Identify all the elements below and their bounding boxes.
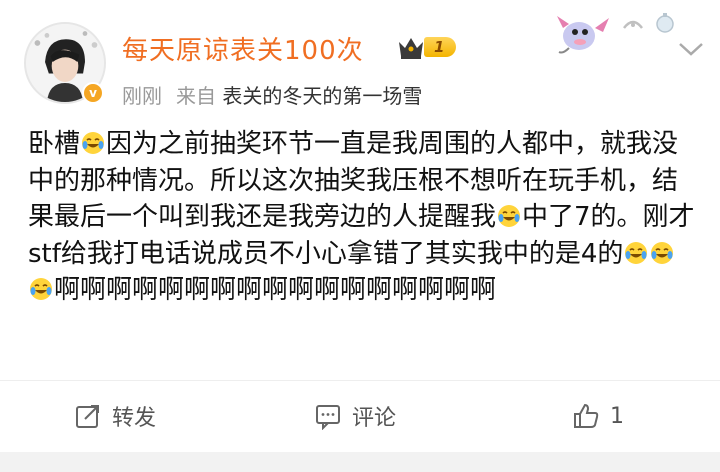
username[interactable]: 每天原谅表关100次	[122, 30, 364, 67]
mascot-icon	[557, 16, 609, 54]
crying-laughing-emoji-icon	[81, 131, 105, 155]
post-time: 刚刚	[122, 84, 162, 108]
post-text-part-4: 啊啊啊啊啊啊啊啊啊啊啊啊啊啊啊啊啊	[54, 275, 497, 305]
post-meta: 刚刚 来自 表关的冬天的第一场雪	[122, 80, 422, 109]
comment-label: 评论	[352, 406, 397, 431]
ornament-icon	[656, 13, 674, 33]
post-text-part-1: 卧槽	[28, 129, 81, 159]
sparkle-icon	[623, 20, 643, 29]
crying-laughing-emoji-icon	[29, 277, 53, 301]
like-count: 1	[610, 403, 624, 429]
footer-divider	[0, 380, 720, 381]
weibo-post: v 每天原谅表关100次 1 刚刚 来自 表关的冬天的第一场雪 卧槽 因为之前抽…	[0, 0, 720, 472]
comment-button[interactable]: 评论	[314, 398, 396, 434]
bottom-bar	[0, 452, 720, 472]
post-content: 卧槽 因为之前抽奖环节一直是我周围的人都中，就我没中的那种情况。所以这次抽奖我压根…	[28, 126, 698, 309]
level-badge[interactable]: 1	[396, 34, 457, 60]
crown-icon	[399, 38, 423, 59]
level-number: 1	[424, 37, 457, 57]
source-prefix: 来自	[176, 84, 216, 108]
crying-laughing-emoji-icon	[497, 204, 521, 228]
crying-laughing-emoji-icon	[624, 241, 648, 265]
comment-icon	[316, 405, 340, 430]
thumbs-up-icon	[574, 403, 599, 428]
repost-label: 转发	[112, 406, 157, 431]
repost-icon	[76, 405, 99, 428]
crying-laughing-emoji-icon	[650, 241, 674, 265]
chevron-down-icon[interactable]	[676, 40, 706, 58]
like-button[interactable]: 1	[572, 398, 624, 434]
post-source[interactable]: 表关的冬天的第一场雪	[222, 84, 422, 108]
verified-badge-icon: v	[82, 82, 104, 104]
repost-button[interactable]: 转发	[74, 398, 156, 434]
